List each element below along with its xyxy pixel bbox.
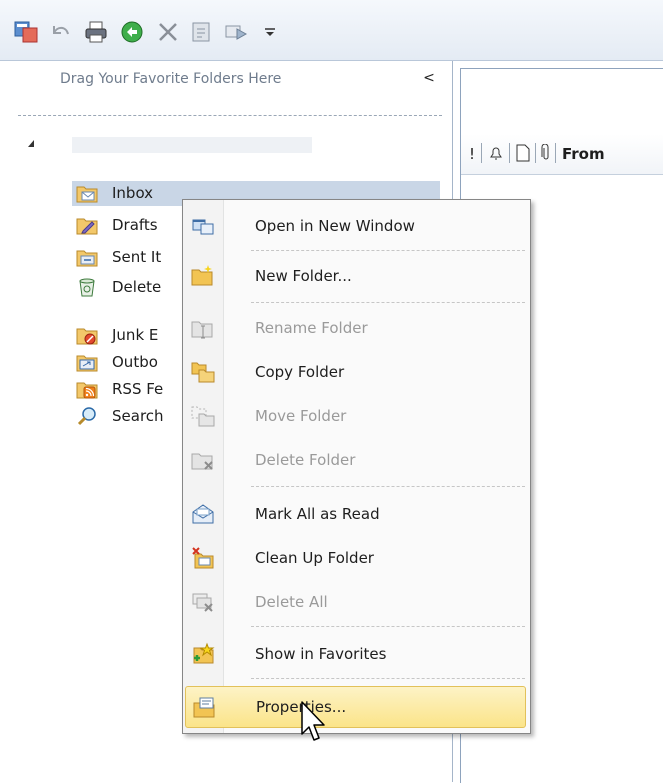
customize-icon[interactable]: [258, 20, 282, 44]
rss-feeds-folder-icon: [76, 382, 98, 399]
clean-up-folder-icon: [192, 547, 214, 569]
new-folder-icon: [191, 265, 213, 286]
menu-separator: [251, 302, 525, 303]
mark-all-read-icon: [192, 504, 214, 524]
menu-item-properties[interactable]: Properties...: [185, 686, 526, 728]
menu-separator: [251, 486, 525, 487]
menu-item-mark-all-as-read[interactable]: Mark All as Read: [185, 492, 526, 536]
folder-label: Inbox: [112, 184, 154, 202]
column-separator: [555, 143, 556, 163]
print-icon[interactable]: [84, 20, 108, 44]
message-list-header: ! From: [461, 134, 663, 175]
account-name-redacted[interactable]: [72, 137, 312, 153]
menu-item-label: Clean Up Folder: [255, 549, 374, 567]
drafts-folder-icon: [76, 218, 98, 235]
reply-icon[interactable]: [120, 20, 144, 44]
move-folder-icon: [191, 406, 215, 427]
menu-item-move-folder[interactable]: Move Folder: [185, 394, 526, 438]
undo-icon[interactable]: [48, 20, 72, 44]
menu-item-label: Mark All as Read: [255, 505, 380, 523]
menu-item-new-folder[interactable]: New Folder...: [185, 254, 526, 298]
menu-separator: [251, 626, 525, 627]
search-folder-icon: [77, 407, 96, 426]
favorites-separator: [18, 115, 442, 116]
folder-label: Delete: [112, 278, 162, 296]
menu-item-label: Delete Folder: [255, 451, 356, 469]
properties-icon: [193, 697, 215, 718]
deleted-items-folder-icon: [79, 278, 95, 297]
show-in-favorites-icon: [193, 642, 215, 664]
folder-label: Junk E: [112, 326, 159, 344]
menu-item-delete-all[interactable]: Delete All: [185, 580, 526, 624]
menu-item-label: Rename Folder: [255, 319, 368, 337]
delete-all-icon: [192, 593, 213, 612]
item-type-icon[interactable]: [515, 144, 531, 162]
folder-label: RSS Fe: [112, 380, 164, 398]
reminder-bell-icon[interactable]: [487, 144, 505, 162]
favorites-drop-hint: Drag Your Favorite Folders Here: [60, 71, 282, 87]
folder-label: Outbo: [112, 353, 158, 371]
menu-item-copy-folder[interactable]: Copy Folder: [185, 350, 526, 394]
menu-item-label: Move Folder: [255, 407, 347, 425]
menu-item-label: Open in New Window: [255, 217, 415, 235]
menu-item-label: Delete All: [255, 593, 328, 611]
menu-item-label: Copy Folder: [255, 363, 345, 381]
outbox-folder-icon: [76, 355, 98, 372]
copy-folder-icon: [191, 362, 215, 383]
menu-item-clean-up-folder[interactable]: Clean Up Folder: [185, 536, 526, 580]
folder-label: Search: [112, 407, 164, 425]
sent-items-folder-icon: [76, 250, 98, 267]
forward-icon[interactable]: [224, 20, 248, 44]
importance-column[interactable]: !: [469, 143, 475, 165]
junk-email-folder-icon: [76, 328, 98, 345]
folder-label: Drafts: [112, 216, 158, 234]
menu-item-delete-folder[interactable]: Delete Folder: [185, 438, 526, 482]
menu-item-open-in-new-window[interactable]: Open in New Window: [185, 204, 526, 248]
folder-context-menu: Open in New Window New Folder... Rename …: [182, 199, 531, 734]
attachment-icon[interactable]: [540, 144, 552, 162]
collapse-pane-button[interactable]: <: [418, 67, 440, 89]
delete-icon[interactable]: [156, 20, 180, 44]
inbox-folder-icon: [76, 186, 98, 203]
expand-triangle-icon[interactable]: [28, 140, 34, 147]
column-separator: [481, 143, 482, 163]
menu-item-label: Show in Favorites: [255, 645, 387, 663]
menu-item-show-in-favorites[interactable]: Show in Favorites: [185, 632, 526, 676]
menu-item-label: New Folder...: [255, 267, 352, 285]
menu-separator: [251, 678, 525, 679]
mouse-cursor-icon: [301, 701, 325, 741]
send-receive-icon[interactable]: [14, 20, 38, 44]
from-column-header[interactable]: From: [562, 143, 605, 165]
folder-label: Sent It: [112, 248, 162, 266]
new-window-icon: [192, 219, 214, 235]
column-separator: [535, 143, 536, 163]
menu-separator: [251, 250, 525, 251]
menu-item-rename-folder[interactable]: Rename Folder: [185, 306, 526, 350]
column-separator: [509, 143, 510, 163]
address-book-icon[interactable]: [190, 20, 214, 44]
rename-folder-icon: [191, 321, 213, 339]
quick-access-toolbar: [0, 0, 663, 61]
delete-folder-icon: [191, 453, 213, 470]
